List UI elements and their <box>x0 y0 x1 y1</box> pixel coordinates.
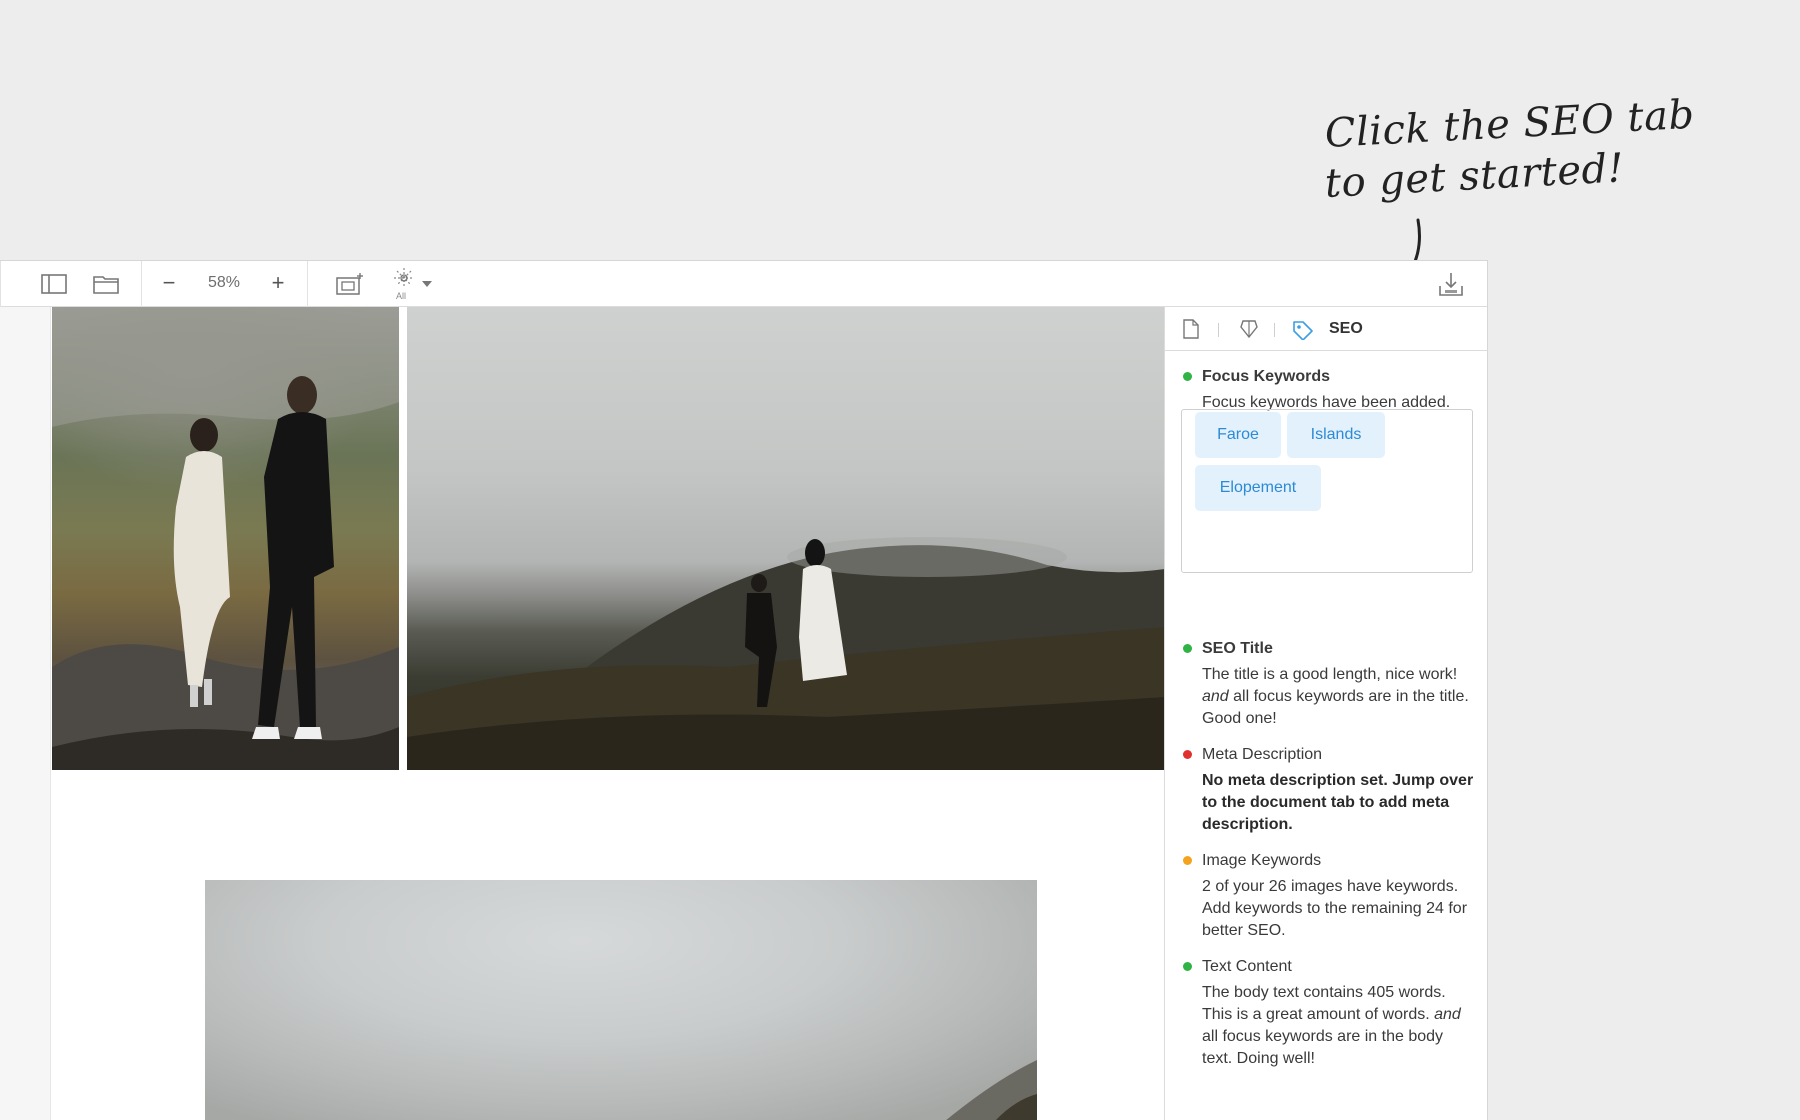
section-title: Meta Description <box>1202 746 1323 763</box>
section-title: SEO Title <box>1202 640 1273 657</box>
section-text: The title is a good length, nice work! a… <box>1202 666 1469 727</box>
toolbar-divider <box>141 261 142 307</box>
toolbar-divider <box>0 261 1 307</box>
canvas <box>0 307 1164 1120</box>
section-text: The body text contains 405 words. This i… <box>1202 984 1461 1067</box>
chevron-down-icon[interactable] <box>421 279 433 289</box>
award-icon <box>1240 320 1258 339</box>
keyword-chip[interactable]: Islands <box>1287 412 1385 458</box>
status-dot-orange <box>1183 856 1192 865</box>
annotation-callout: Click the SEO tab to get started! <box>1324 92 1696 210</box>
tab-awards[interactable] <box>1238 319 1260 344</box>
zoom-in-button[interactable]: + <box>267 270 289 296</box>
add-frame-icon[interactable] <box>334 271 366 297</box>
section-title: Image Keywords <box>1202 852 1322 869</box>
app-window: − 58% + All SEO Focus Keywords Focus key… <box>0 260 1488 1120</box>
export-icon[interactable] <box>1436 270 1466 298</box>
section-image-keywords: Image Keywords 2 of your 26 images have … <box>1183 851 1475 942</box>
section-text-content: Text Content The body text contains 405 … <box>1183 957 1475 1070</box>
document-page <box>50 307 1164 1120</box>
section-seo-title: SEO Title The title is a good length, ni… <box>1183 639 1475 730</box>
zoom-level: 58% <box>207 274 241 291</box>
zoom-out-button[interactable]: − <box>158 270 180 296</box>
section-title: Text Content <box>1202 958 1292 975</box>
status-dot-green <box>1183 372 1192 381</box>
filter-all-label: All <box>396 291 407 301</box>
status-dot-green <box>1183 962 1192 971</box>
tab-document[interactable] <box>1183 319 1199 344</box>
toolbar: − 58% + All <box>0 261 1487 307</box>
document-icon <box>1183 319 1199 339</box>
sidebar-toggle-icon[interactable] <box>40 273 68 295</box>
keyword-input-box[interactable]: Faroe Islands Elopement <box>1181 409 1473 573</box>
keyword-chip[interactable]: Elopement <box>1195 465 1321 511</box>
section-text: 2 of your 26 images have keywords. Add k… <box>1202 878 1468 939</box>
photo-couple-hiking[interactable] <box>407 307 1164 770</box>
tab-separator <box>1218 323 1219 337</box>
section-text: No meta description set. Jump over to th… <box>1202 772 1474 833</box>
tab-separator <box>1274 323 1275 337</box>
folder-icon[interactable] <box>92 273 120 295</box>
inspector-tabs: SEO <box>1165 307 1488 351</box>
tag-icon <box>1293 321 1313 341</box>
section-title: Focus Keywords <box>1202 368 1331 385</box>
status-dot-red <box>1183 750 1192 759</box>
keyword-chip[interactable]: Faroe <box>1195 412 1281 458</box>
photo-couple-standing[interactable] <box>52 307 399 770</box>
status-dot-green <box>1183 644 1192 653</box>
toolbar-divider <box>307 261 308 307</box>
photo-foggy-landscape[interactable] <box>205 880 1037 1120</box>
section-meta-description: Meta Description No meta description set… <box>1183 745 1475 836</box>
inspector-panel: SEO Focus Keywords Focus keywords have b… <box>1164 307 1488 1120</box>
tab-seo-icon[interactable] <box>1292 320 1314 345</box>
tab-seo[interactable]: SEO <box>1329 320 1363 338</box>
sparkle-filter-icon[interactable] <box>390 265 418 291</box>
